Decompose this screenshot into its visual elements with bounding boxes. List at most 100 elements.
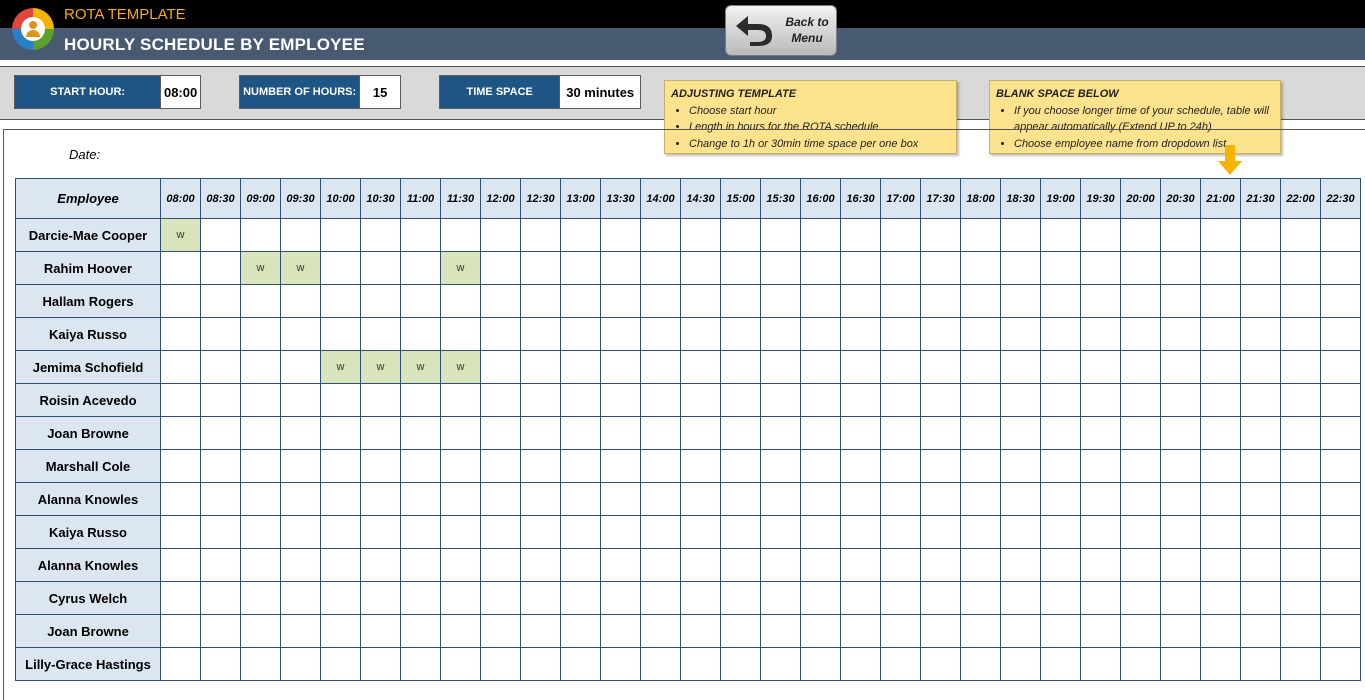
- schedule-cell[interactable]: [600, 416, 641, 450]
- schedule-cell[interactable]: [1280, 317, 1321, 351]
- schedule-cell[interactable]: [720, 416, 761, 450]
- schedule-cell[interactable]: [1000, 284, 1041, 318]
- schedule-cell[interactable]: [1280, 449, 1321, 483]
- work-shift-cell[interactable]: w: [360, 350, 401, 384]
- schedule-cell[interactable]: [160, 284, 201, 318]
- number-of-hours-input[interactable]: 15: [359, 76, 400, 108]
- schedule-cell[interactable]: [880, 647, 921, 681]
- schedule-cell[interactable]: [1040, 317, 1081, 351]
- schedule-cell[interactable]: [400, 251, 441, 285]
- schedule-cell[interactable]: [560, 581, 601, 615]
- schedule-cell[interactable]: [600, 350, 641, 384]
- work-shift-cell[interactable]: w: [400, 350, 441, 384]
- schedule-cell[interactable]: [1240, 548, 1281, 582]
- schedule-cell[interactable]: [960, 614, 1001, 648]
- schedule-cell[interactable]: [1040, 284, 1081, 318]
- schedule-cell[interactable]: [1320, 515, 1361, 549]
- schedule-cell[interactable]: [1200, 548, 1241, 582]
- schedule-cell[interactable]: [880, 449, 921, 483]
- schedule-cell[interactable]: [200, 482, 241, 516]
- schedule-cell[interactable]: [320, 614, 361, 648]
- schedule-cell[interactable]: [440, 515, 481, 549]
- schedule-cell[interactable]: [480, 251, 521, 285]
- schedule-cell[interactable]: [840, 251, 881, 285]
- schedule-cell[interactable]: [600, 515, 641, 549]
- schedule-cell[interactable]: [840, 581, 881, 615]
- schedule-cell[interactable]: [240, 383, 281, 417]
- schedule-cell[interactable]: [600, 218, 641, 252]
- schedule-cell[interactable]: [520, 647, 561, 681]
- schedule-cell[interactable]: [1040, 383, 1081, 417]
- schedule-cell[interactable]: [360, 614, 401, 648]
- schedule-cell[interactable]: [680, 449, 721, 483]
- schedule-cell[interactable]: [1160, 581, 1201, 615]
- schedule-cell[interactable]: [1200, 449, 1241, 483]
- schedule-cell[interactable]: [800, 251, 841, 285]
- employee-name-cell[interactable]: Marshall Cole: [15, 449, 161, 483]
- schedule-cell[interactable]: [1120, 581, 1161, 615]
- schedule-cell[interactable]: [1160, 317, 1201, 351]
- schedule-cell[interactable]: [920, 548, 961, 582]
- schedule-cell[interactable]: [920, 614, 961, 648]
- schedule-cell[interactable]: [640, 614, 681, 648]
- employee-name-cell[interactable]: Hallam Rogers: [15, 284, 161, 318]
- schedule-cell[interactable]: [880, 482, 921, 516]
- schedule-cell[interactable]: [640, 515, 681, 549]
- schedule-cell[interactable]: [800, 218, 841, 252]
- start-hour-input[interactable]: 08:00: [160, 76, 200, 108]
- schedule-cell[interactable]: [920, 647, 961, 681]
- schedule-cell[interactable]: [960, 218, 1001, 252]
- schedule-cell[interactable]: [640, 350, 681, 384]
- schedule-cell[interactable]: [840, 548, 881, 582]
- schedule-cell[interactable]: [320, 317, 361, 351]
- schedule-cell[interactable]: [200, 284, 241, 318]
- schedule-cell[interactable]: [560, 647, 601, 681]
- schedule-cell[interactable]: [160, 581, 201, 615]
- work-shift-cell[interactable]: w: [320, 350, 361, 384]
- schedule-cell[interactable]: [1120, 284, 1161, 318]
- schedule-cell[interactable]: [1040, 614, 1081, 648]
- schedule-cell[interactable]: [600, 614, 641, 648]
- schedule-cell[interactable]: [680, 515, 721, 549]
- schedule-cell[interactable]: [880, 581, 921, 615]
- schedule-cell[interactable]: [800, 350, 841, 384]
- schedule-cell[interactable]: [520, 284, 561, 318]
- schedule-cell[interactable]: [560, 317, 601, 351]
- schedule-cell[interactable]: [440, 218, 481, 252]
- schedule-cell[interactable]: [200, 317, 241, 351]
- schedule-cell[interactable]: [240, 614, 281, 648]
- schedule-cell[interactable]: [160, 482, 201, 516]
- schedule-cell[interactable]: [440, 581, 481, 615]
- schedule-cell[interactable]: [1320, 482, 1361, 516]
- schedule-cell[interactable]: [1200, 482, 1241, 516]
- schedule-cell[interactable]: [400, 647, 441, 681]
- schedule-cell[interactable]: [760, 218, 801, 252]
- schedule-cell[interactable]: [1080, 416, 1121, 450]
- schedule-cell[interactable]: [1080, 581, 1121, 615]
- schedule-cell[interactable]: [800, 548, 841, 582]
- schedule-cell[interactable]: [760, 317, 801, 351]
- schedule-cell[interactable]: [1160, 614, 1201, 648]
- employee-name-cell[interactable]: Roisin Acevedo: [15, 383, 161, 417]
- schedule-cell[interactable]: [400, 383, 441, 417]
- schedule-cell[interactable]: [160, 416, 201, 450]
- back-to-menu-button[interactable]: Back to Menu: [725, 5, 837, 56]
- schedule-cell[interactable]: [960, 350, 1001, 384]
- schedule-cell[interactable]: [400, 218, 441, 252]
- schedule-cell[interactable]: [480, 317, 521, 351]
- schedule-cell[interactable]: [1320, 416, 1361, 450]
- schedule-cell[interactable]: [360, 416, 401, 450]
- schedule-cell[interactable]: [880, 350, 921, 384]
- schedule-cell[interactable]: [200, 449, 241, 483]
- schedule-cell[interactable]: [520, 350, 561, 384]
- schedule-cell[interactable]: [720, 614, 761, 648]
- schedule-cell[interactable]: [1080, 482, 1121, 516]
- schedule-cell[interactable]: [1240, 647, 1281, 681]
- schedule-cell[interactable]: [1280, 416, 1321, 450]
- schedule-cell[interactable]: [240, 482, 281, 516]
- schedule-cell[interactable]: [840, 317, 881, 351]
- schedule-cell[interactable]: [840, 416, 881, 450]
- schedule-cell[interactable]: [200, 614, 241, 648]
- schedule-cell[interactable]: [1000, 251, 1041, 285]
- schedule-cell[interactable]: [960, 416, 1001, 450]
